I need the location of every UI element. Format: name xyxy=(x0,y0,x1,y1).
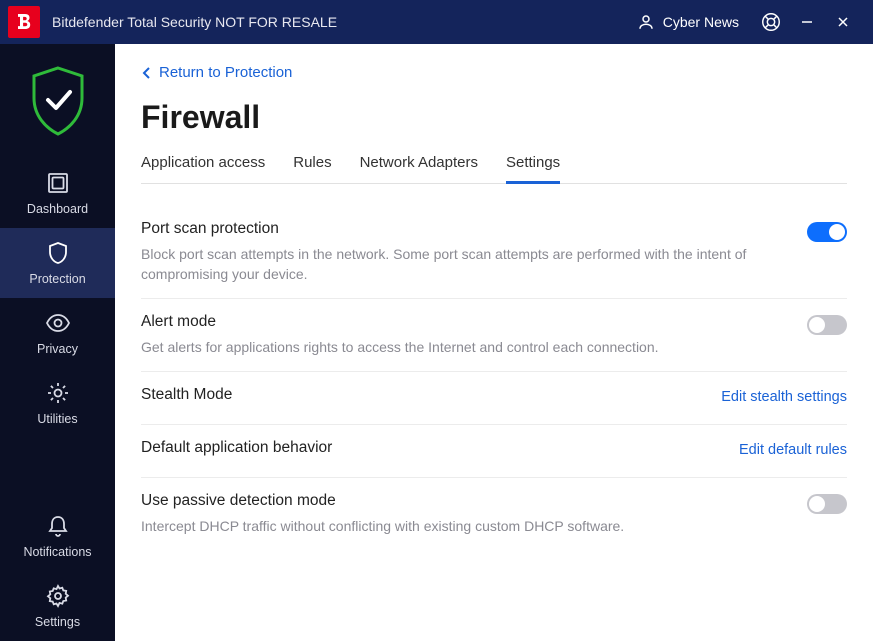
setting-passive-detection-mode: Use passive detection mode Intercept DHC… xyxy=(141,478,847,550)
sidebar-item-protection[interactable]: Protection xyxy=(0,228,115,298)
toggle-alert-mode[interactable] xyxy=(807,315,847,335)
tab-settings[interactable]: Settings xyxy=(506,154,560,183)
help-button[interactable] xyxy=(753,4,789,40)
status-shield xyxy=(0,56,115,158)
setting-name: Port scan protection xyxy=(141,220,787,238)
sidebar-item-privacy[interactable]: Privacy xyxy=(0,298,115,368)
sidebar-item-label: Settings xyxy=(35,615,80,629)
setting-desc: Get alerts for applications rights to ac… xyxy=(141,337,787,357)
dashboard-icon xyxy=(46,171,70,195)
sidebar-item-dashboard[interactable]: Dashboard xyxy=(0,158,115,228)
protection-icon xyxy=(47,241,69,265)
chevron-left-icon xyxy=(141,66,153,80)
setting-desc: Block port scan attempts in the network.… xyxy=(141,244,787,285)
titlebar: Bitdefender Total Security NOT FOR RESAL… xyxy=(0,0,873,44)
gear-icon xyxy=(46,381,70,405)
sidebar-item-label: Privacy xyxy=(37,342,78,356)
setting-port-scan-protection: Port scan protection Block port scan att… xyxy=(141,206,847,300)
edit-stealth-settings-link[interactable]: Edit stealth settings xyxy=(721,389,847,405)
minimize-icon xyxy=(800,15,814,29)
setting-alert-mode: Alert mode Get alerts for applications r… xyxy=(141,299,847,372)
lifebuoy-icon xyxy=(760,11,782,33)
edit-default-rules-link[interactable]: Edit default rules xyxy=(739,442,847,458)
bell-icon xyxy=(47,514,69,538)
sidebar-item-utilities[interactable]: Utilities xyxy=(0,368,115,438)
toggle-passive-detection-mode[interactable] xyxy=(807,494,847,514)
tab-application-access[interactable]: Application access xyxy=(141,154,265,183)
sidebar-item-label: Utilities xyxy=(37,412,77,426)
tab-rules[interactable]: Rules xyxy=(293,154,331,183)
sidebar-item-label: Notifications xyxy=(23,545,91,559)
setting-name: Alert mode xyxy=(141,313,787,331)
setting-stealth-mode: Stealth Mode Edit stealth settings xyxy=(141,372,847,425)
tabs: Application access Rules Network Adapter… xyxy=(141,154,847,184)
setting-desc: Intercept DHCP traffic without conflicti… xyxy=(141,516,787,536)
setting-name: Use passive detection mode xyxy=(141,492,787,510)
close-icon xyxy=(836,15,850,29)
settings-icon xyxy=(46,584,70,608)
sidebar-item-notifications[interactable]: Notifications xyxy=(0,501,115,571)
eye-icon xyxy=(45,314,71,332)
tab-network-adapters[interactable]: Network Adapters xyxy=(360,154,478,183)
close-button[interactable] xyxy=(825,4,861,40)
main-content: Return to Protection Firewall Applicatio… xyxy=(115,44,873,641)
sidebar-item-label: Protection xyxy=(29,272,85,286)
shield-icon xyxy=(26,64,90,138)
bitdefender-logo-icon xyxy=(16,13,32,31)
sidebar-item-label: Dashboard xyxy=(27,202,88,216)
setting-default-application-behavior: Default application behavior Edit defaul… xyxy=(141,425,847,478)
app-logo xyxy=(8,6,40,38)
minimize-button[interactable] xyxy=(789,4,825,40)
setting-name: Stealth Mode xyxy=(141,386,701,404)
user-account[interactable]: Cyber News xyxy=(637,13,739,31)
settings-list: Port scan protection Block port scan att… xyxy=(141,206,847,551)
back-link[interactable]: Return to Protection xyxy=(141,64,292,81)
user-icon xyxy=(637,13,655,31)
toggle-port-scan-protection[interactable] xyxy=(807,222,847,242)
sidebar-item-settings[interactable]: Settings xyxy=(0,571,115,641)
back-link-label: Return to Protection xyxy=(159,64,292,81)
setting-name: Default application behavior xyxy=(141,439,719,457)
page-title: Firewall xyxy=(141,99,847,136)
sidebar: Dashboard Protection Privacy xyxy=(0,44,115,641)
app-title: Bitdefender Total Security NOT FOR RESAL… xyxy=(52,14,637,30)
user-name: Cyber News xyxy=(663,14,739,30)
